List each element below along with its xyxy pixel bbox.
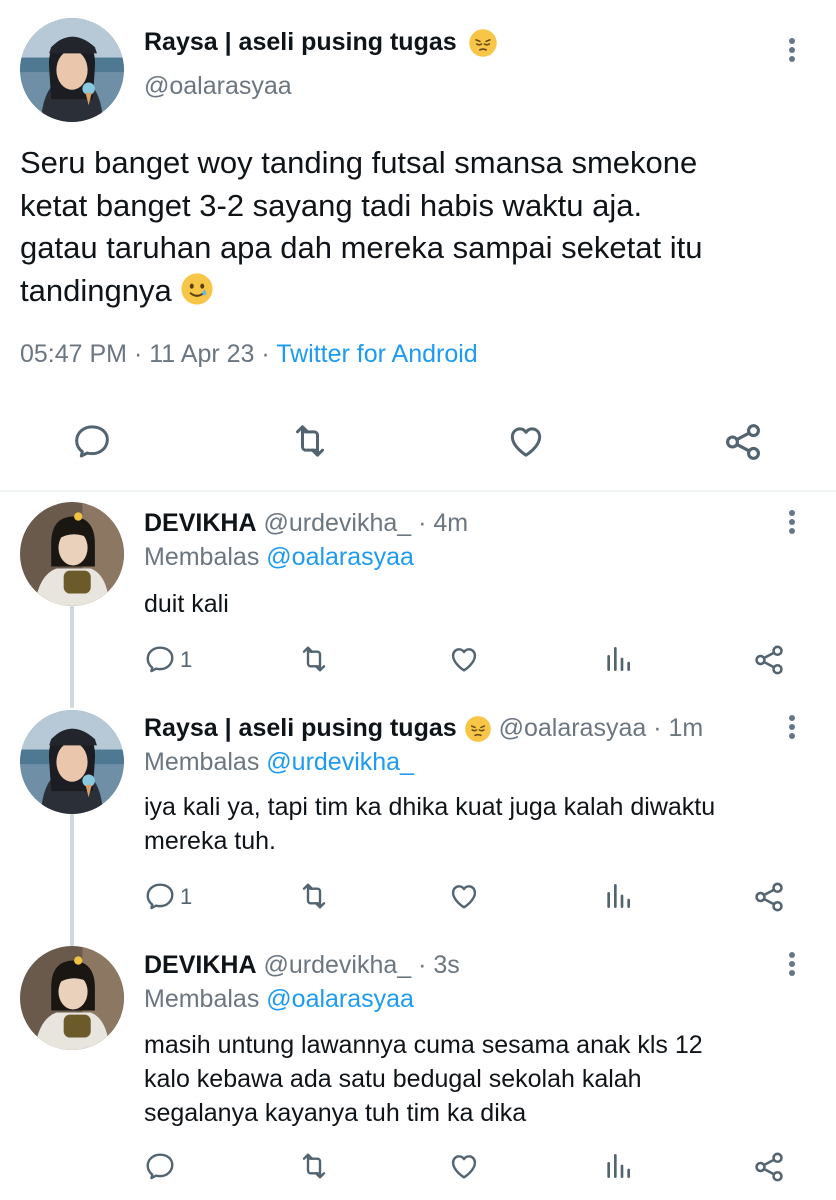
analytics-icon[interactable]	[602, 880, 634, 912]
reply-3-time: · 3s	[418, 951, 460, 979]
main-tweet-text: Seru banget woy tanding futsal smansa sm…	[20, 142, 830, 312]
avatar-raysa-photo	[20, 710, 124, 814]
replying-label: Membalas	[144, 543, 260, 571]
divider	[0, 490, 836, 492]
share-icon[interactable]	[752, 1150, 786, 1184]
pensive-face-icon	[468, 28, 498, 58]
retweet-icon[interactable]	[298, 643, 330, 675]
analytics-icon[interactable]	[602, 1150, 634, 1182]
share-icon[interactable]	[752, 643, 786, 677]
avatar-raysa[interactable]	[20, 710, 124, 814]
share-icon[interactable]	[752, 880, 786, 914]
retweet-icon[interactable]	[298, 1150, 330, 1182]
reply-3-more-icon[interactable]	[782, 944, 802, 984]
replying-to-link[interactable]: @oalarasyaa	[266, 985, 414, 1013]
main-tweet-display-name-text: Raysa | aseli pusing tugas	[144, 28, 457, 56]
main-tweet-text-line-3: gatau taruhan apa dah mereka sampai seke…	[20, 230, 703, 265]
reply-2-header: Raysa | aseli pusing tugas @oalarasyaa ·…	[144, 712, 703, 744]
main-tweet-more-icon[interactable]	[782, 30, 802, 70]
like-icon[interactable]	[448, 880, 480, 912]
reply-3-replying-to: Membalas @oalarasyaa	[144, 983, 414, 1015]
reply-icon[interactable]	[72, 421, 112, 461]
retweet-icon[interactable]	[298, 880, 330, 912]
reply-3-handle[interactable]: @urdevikha_	[263, 951, 411, 979]
avatar-raysa[interactable]	[20, 18, 124, 122]
meta-separator: ·	[133, 340, 143, 368]
reply-1-more-icon[interactable]	[782, 502, 802, 542]
reply-1-replying-to: Membalas @oalarasyaa	[144, 541, 414, 573]
reply-2-text-line-1: iya kali ya, tapi tim ka dhika kuat juga…	[144, 793, 716, 821]
main-tweet-time: 05:47 PM	[20, 340, 128, 368]
reply-icon[interactable]	[144, 643, 176, 675]
reply-1-header: DEVIKHA @urdevikha_ · 4m	[144, 507, 468, 539]
reply-1-handle[interactable]: @urdevikha_	[263, 509, 411, 537]
avatar-devikha-photo	[20, 946, 124, 1050]
reply-2-text: iya kali ya, tapi tim ka dhika kuat juga…	[144, 790, 715, 858]
reply-3-text-line-3: segalanya kayanya tuh tim ka dika	[144, 1099, 527, 1127]
smiling-face-with-tear-icon	[180, 272, 214, 306]
like-icon[interactable]	[448, 1150, 480, 1182]
avatar-devikha-photo	[20, 502, 124, 606]
reply-3-text-line-2: kalo kebawa ada satu bedugal sekolah kal…	[144, 1065, 642, 1093]
avatar-devikha[interactable]	[20, 502, 124, 606]
reply-2-display-name[interactable]: Raysa | aseli pusing tugas	[144, 714, 457, 742]
reply-1-time: · 4m	[418, 509, 469, 537]
replying-label: Membalas	[144, 985, 260, 1013]
main-tweet-source-link[interactable]: Twitter for Android	[276, 340, 477, 368]
avatar-raysa-photo	[20, 18, 124, 122]
reply-2-text-line-2: mereka tuh.	[144, 827, 277, 855]
reply-3-text-line-1: masih untung lawannya cuma sesama anak k…	[144, 1031, 703, 1059]
reply-count: 1	[180, 884, 193, 909]
main-tweet-text-line-1: Seru banget woy tanding futsal smansa sm…	[20, 145, 698, 180]
replying-to-link[interactable]: @urdevikha_	[266, 748, 414, 776]
analytics-icon[interactable]	[602, 643, 634, 675]
meta-separator: ·	[261, 340, 270, 368]
reply-2-replying-to: Membalas @urdevikha_	[144, 746, 414, 778]
reply-1-display-name[interactable]: DEVIKHA	[144, 509, 257, 537]
avatar-devikha[interactable]	[20, 946, 124, 1050]
reply-2-handle[interactable]: @oalarasyaa	[499, 714, 647, 742]
main-tweet-display-name[interactable]: Raysa | aseli pusing tugas	[144, 26, 498, 58]
thread-line	[70, 606, 74, 708]
retweet-icon[interactable]	[290, 421, 330, 461]
like-icon[interactable]	[448, 643, 480, 675]
pensive-face-icon	[464, 715, 492, 743]
reply-2-more-icon[interactable]	[782, 707, 802, 747]
reply-count: 1	[180, 647, 193, 672]
main-tweet-handle[interactable]: @oalarasyaa	[144, 70, 292, 102]
reply-2-time: · 1m	[653, 714, 704, 742]
reply-3-display-name[interactable]: DEVIKHA	[144, 951, 257, 979]
reply-icon[interactable]	[144, 1150, 176, 1182]
main-tweet-meta: 05:47 PM · 11 Apr 23 · Twitter for Andro…	[20, 338, 478, 370]
like-icon[interactable]	[506, 421, 546, 461]
reply-1-text-line-1: duit kali	[144, 590, 229, 618]
main-tweet-date: 11 Apr 23	[149, 340, 255, 368]
replying-to-link[interactable]: @oalarasyaa	[266, 543, 414, 571]
main-tweet-text-line-2: ketat banget 3-2 sayang tadi habis waktu…	[20, 187, 643, 223]
thread-line	[70, 814, 74, 946]
replying-label: Membalas	[144, 748, 260, 776]
reply-3-header: DEVIKHA @urdevikha_ · 3s	[144, 949, 460, 981]
main-tweet-text-line-4: tandingnya	[20, 270, 830, 313]
share-icon[interactable]	[722, 421, 764, 463]
reply-3-text: masih untung lawannya cuma sesama anak k…	[144, 1028, 703, 1130]
reply-1-text: duit kali	[144, 588, 229, 620]
main-tweet-text-line-4-text: tandingnya	[20, 272, 172, 308]
reply-icon[interactable]	[144, 880, 176, 912]
